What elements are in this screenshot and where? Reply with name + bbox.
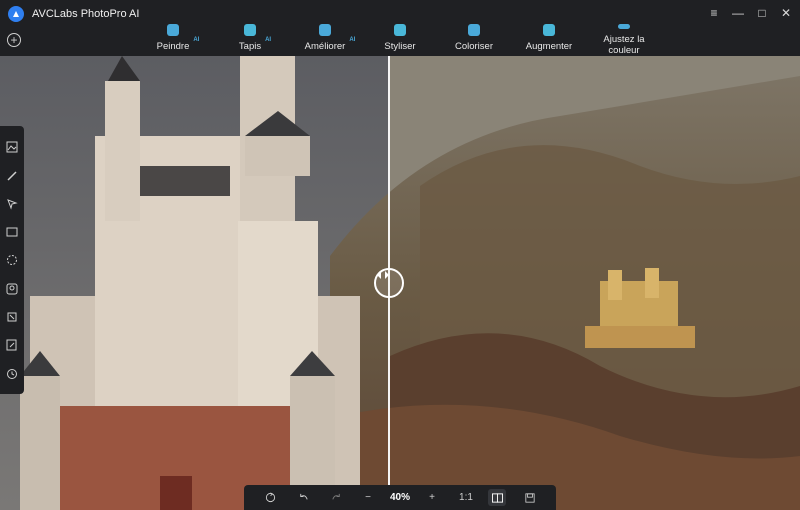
adjust-color-icon: [618, 24, 630, 29]
enhance-icon: [319, 24, 331, 36]
tool-augmenter[interactable]: Augmenter: [514, 24, 584, 52]
tool-label: Améliorer: [304, 41, 346, 52]
maximize-button[interactable]: □: [754, 4, 770, 22]
image-canvas[interactable]: [0, 56, 800, 510]
split-view-icon: [491, 492, 503, 503]
add-image-button[interactable]: +: [7, 33, 21, 47]
rectangle-select-icon[interactable]: [6, 226, 18, 238]
tool-label: Coloriser: [454, 41, 493, 52]
reset-icon[interactable]: [260, 485, 280, 510]
tool-label: Ajustez la couleur: [603, 34, 645, 56]
zoom-in-button[interactable]: +: [422, 485, 442, 510]
tool-ajustez-couleur[interactable]: Ajustez la couleur: [588, 24, 660, 56]
undo-icon[interactable]: [293, 485, 313, 510]
carpet-icon: [244, 24, 256, 36]
colorize-icon: [468, 24, 480, 36]
tool-ameliorer[interactable]: Améliorer AI: [290, 24, 360, 52]
tool-styliser[interactable]: Styliser: [365, 24, 435, 52]
select-arrow-icon[interactable]: [6, 198, 18, 210]
app-title: AVCLabs PhotoPro AI: [32, 8, 140, 20]
paint-icon: [167, 24, 179, 36]
edit-image-icon[interactable]: [6, 339, 18, 351]
compare-slider-handle[interactable]: [374, 268, 404, 298]
tool-label: Augmenter: [525, 41, 573, 52]
zoom-level: 40%: [389, 492, 410, 503]
actual-size-button[interactable]: 1:1: [454, 485, 478, 510]
portrait-icon[interactable]: [6, 283, 18, 295]
zoom-out-button[interactable]: −: [358, 485, 378, 510]
tool-label: Peindre: [156, 41, 190, 52]
upscale-icon: [543, 24, 555, 36]
close-button[interactable]: ✕: [778, 4, 794, 22]
tool-label: Styliser: [384, 41, 416, 52]
history-icon[interactable]: [6, 368, 18, 380]
ai-badge: AI: [265, 37, 272, 43]
image-icon[interactable]: [6, 141, 18, 153]
ai-badge: AI: [349, 37, 356, 43]
tool-label: Tapis: [238, 41, 262, 52]
save-icon[interactable]: [520, 485, 540, 510]
arrows-left-right-icon: [377, 271, 389, 279]
lasso-icon[interactable]: [6, 254, 18, 266]
redo-icon[interactable]: [326, 485, 346, 510]
crop-icon[interactable]: [6, 311, 18, 323]
tool-peindre[interactable]: Peindre AI: [138, 24, 208, 52]
app-logo-icon: [8, 6, 24, 22]
minimize-button[interactable]: —: [730, 4, 746, 22]
stylize-icon: [394, 24, 406, 36]
ai-badge: AI: [193, 37, 200, 43]
main-toolbar: + Peindre AI Tapis AI Améliorer AI Styliser…: [0, 24, 800, 56]
compare-view-button[interactable]: [488, 489, 506, 506]
menu-icon[interactable]: ≡: [706, 4, 722, 22]
brush-icon[interactable]: [6, 170, 18, 182]
tool-tapis[interactable]: Tapis AI: [215, 24, 285, 52]
left-tool-rail: [0, 126, 24, 394]
bottom-control-bar: − 40% + 1:1: [244, 485, 556, 510]
tool-coloriser[interactable]: Coloriser: [439, 24, 509, 52]
